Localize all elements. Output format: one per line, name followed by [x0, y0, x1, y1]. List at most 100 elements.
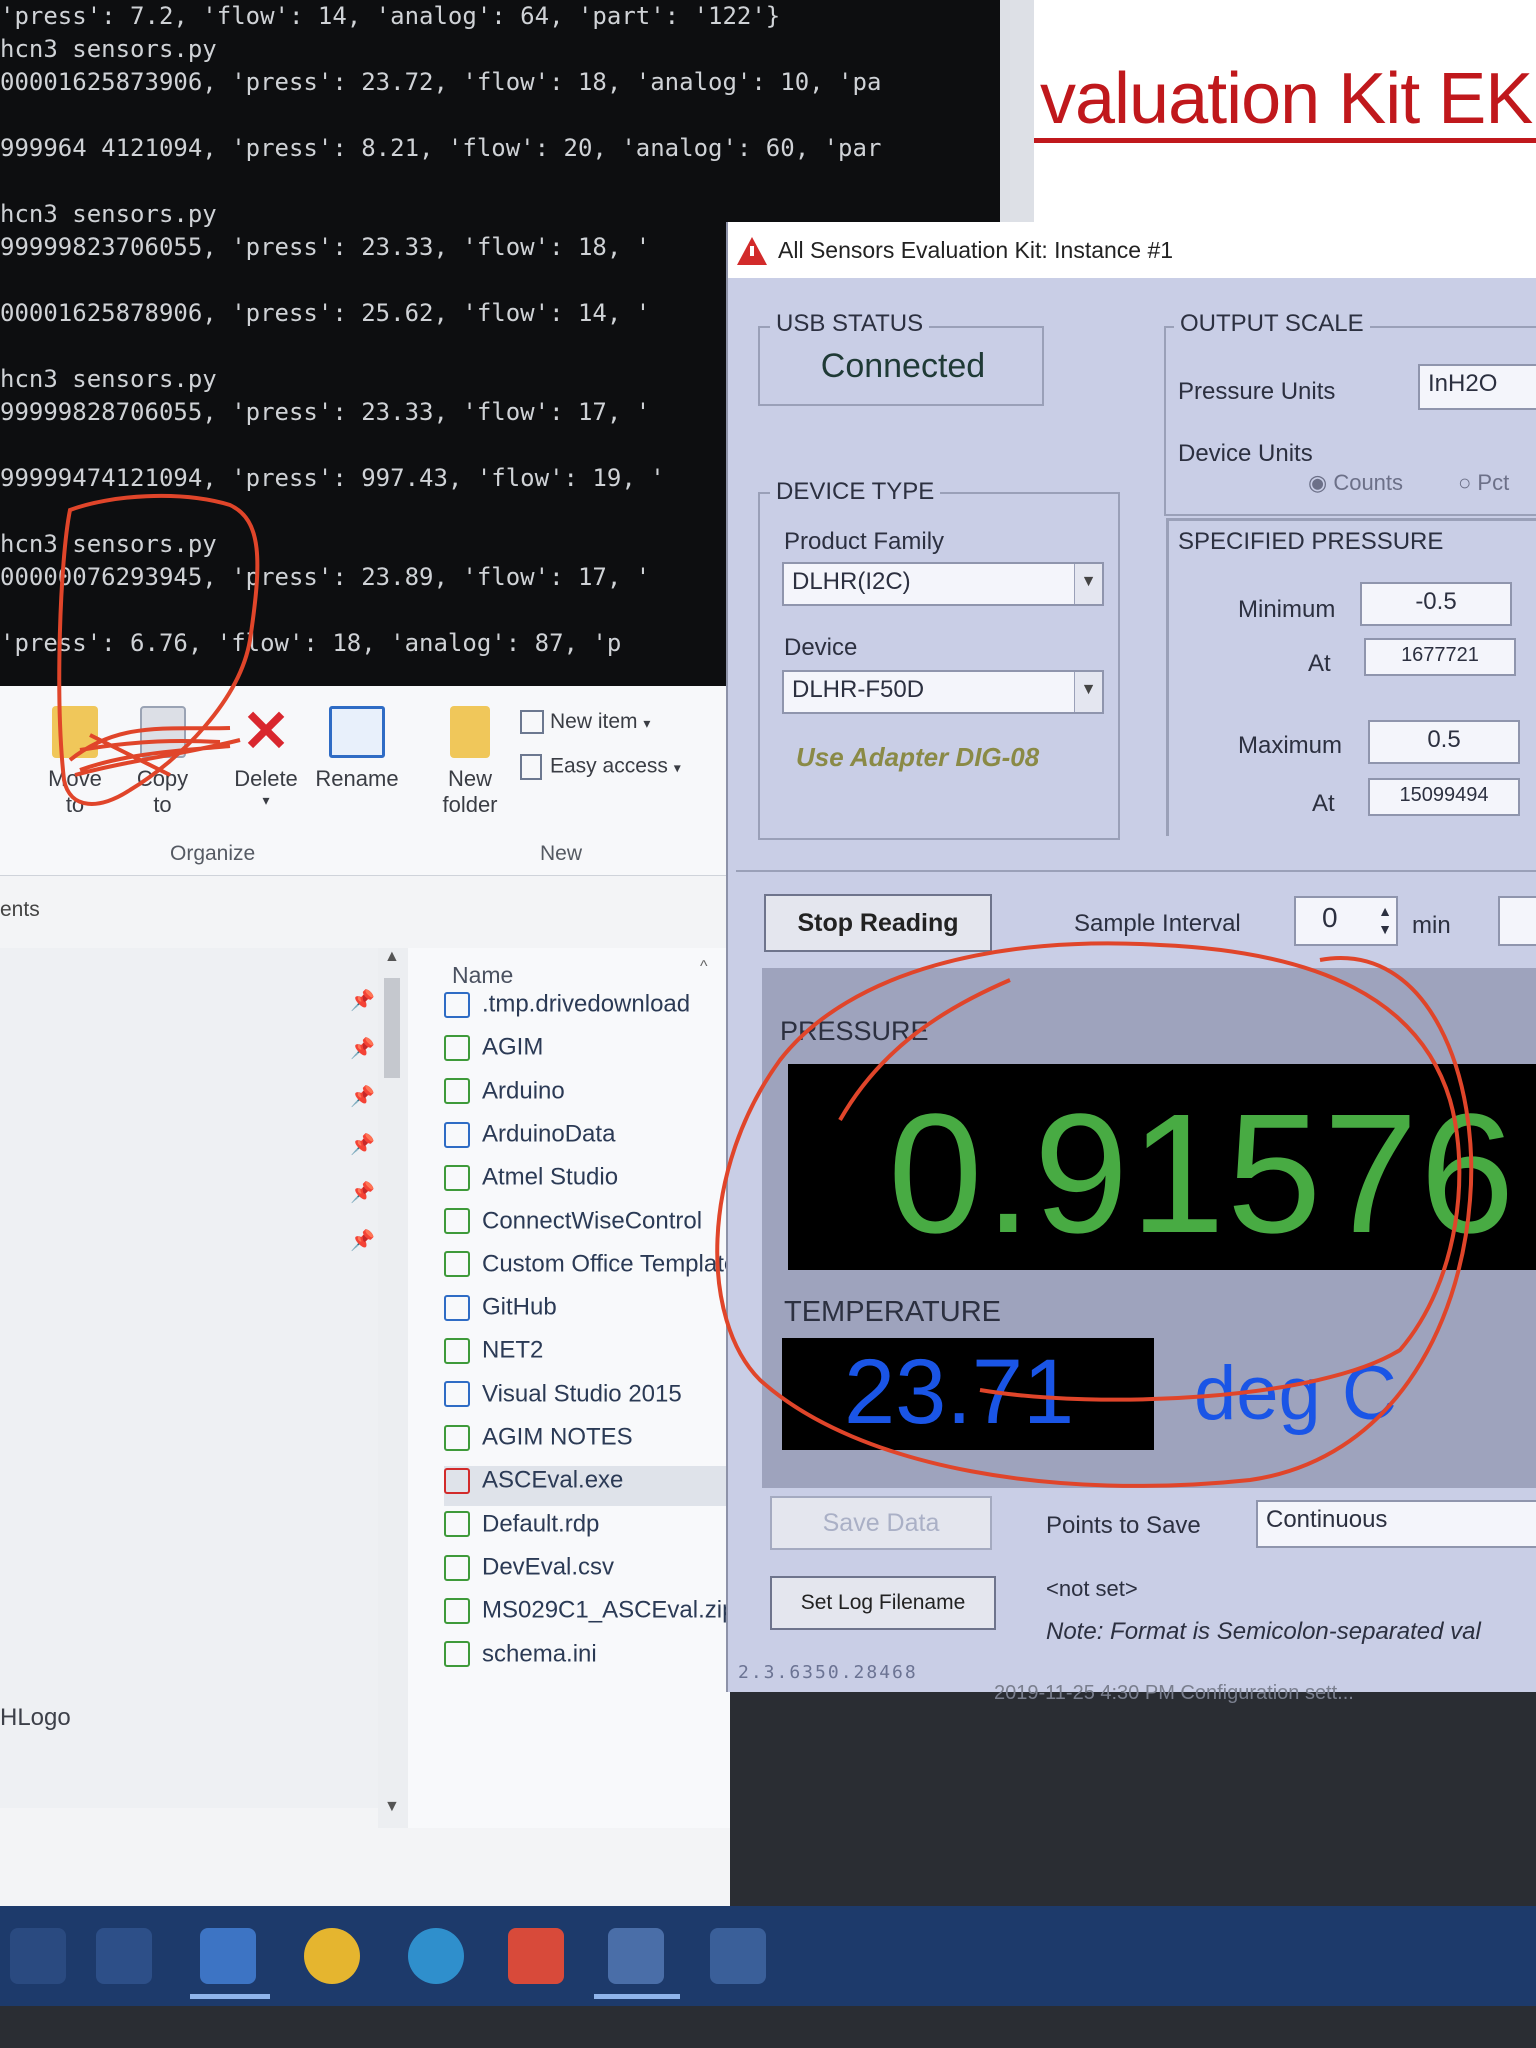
synced-check-icon — [444, 1034, 470, 1061]
device-select[interactable]: DLHR-F50D ▼ — [782, 670, 1104, 714]
minimum-input[interactable]: -0.5 — [1360, 582, 1512, 626]
easy-access-icon — [520, 754, 542, 780]
all-sensors-app-icon[interactable] — [608, 1928, 664, 1984]
temperature-unit: deg C — [1194, 1351, 1397, 1436]
scrollbar-thumb[interactable] — [384, 978, 400, 1078]
file-row[interactable]: GitHub — [444, 1293, 744, 1333]
file-name: NET2 — [482, 1337, 544, 1365]
device-type-label: DEVICE TYPE — [770, 478, 941, 506]
sample-interval-spinner[interactable]: 0 ▲ ▼ — [1294, 896, 1398, 946]
new-group-label: New — [540, 842, 583, 865]
pin-icon: 📌 — [350, 1134, 375, 1156]
file-name: ArduinoData — [482, 1120, 616, 1148]
delete-button[interactable]: ✕ Delete ▾ — [228, 703, 304, 809]
chrome-icon[interactable] — [304, 1928, 360, 1984]
min-at-input[interactable]: 1677721 — [1364, 638, 1516, 676]
file-row[interactable]: AGIM — [444, 1033, 744, 1073]
all-sensors-logo-icon — [737, 237, 767, 265]
pressure-units-select[interactable]: InH2O — [1418, 364, 1536, 410]
move-to-label-1: Move — [48, 766, 102, 791]
file-row[interactable]: NET2 — [444, 1336, 744, 1376]
document-title-underline — [1034, 138, 1536, 143]
max-at-input[interactable]: 15099494 — [1368, 778, 1520, 816]
file-row[interactable]: ConnectWiseControl — [444, 1207, 744, 1247]
file-row[interactable]: MS029C1_ASCEval.zip — [444, 1596, 744, 1636]
file-row[interactable]: AGIM NOTES — [444, 1423, 744, 1463]
all-sensors-eval-window[interactable]: All Sensors Evaluation Kit: Instance #1 … — [726, 222, 1536, 1704]
file-explorer-icon[interactable] — [200, 1928, 256, 1984]
stop-reading-button[interactable]: Stop Reading — [764, 894, 992, 952]
save-data-button[interactable]: Save Data — [770, 1496, 992, 1550]
pressure-label: PRESSURE — [780, 1016, 929, 1046]
file-name: Atmel Studio — [482, 1163, 619, 1191]
chevron-down-icon: ▼ — [384, 1798, 400, 1815]
device-units-counts-label: Counts — [1333, 470, 1404, 495]
output-scale-label: OUTPUT SCALE — [1174, 310, 1370, 338]
file-name: Arduino — [482, 1077, 565, 1105]
delete-label: Delete — [234, 766, 298, 791]
network-app-icon[interactable] — [710, 1928, 766, 1984]
file-row[interactable]: ASCEval.exe — [444, 1466, 744, 1507]
organize-group-label: Organize — [170, 842, 256, 865]
device-units-label: Device Units — [1178, 440, 1313, 467]
product-family-label: Product Family — [784, 528, 945, 555]
chevron-down-icon: ▾ — [262, 792, 270, 808]
maximum-input[interactable]: 0.5 — [1368, 720, 1520, 764]
terminal-line: 00001625873906, 'press': 23.72, 'flow': … — [0, 68, 882, 96]
file-name: MS029C1_ASCEval.zip — [482, 1596, 736, 1624]
new-item-button[interactable]: New item ▾ — [520, 710, 650, 735]
behind-status-text: 2019-11-25 4:30 PM Configuration sett... — [994, 1682, 1354, 1704]
device-units-counts-radio[interactable]: ◉ Counts — [1308, 470, 1403, 496]
file-explorer-window[interactable]: Move to Copy to ✕ Delete ▾ Rename New fo… — [0, 686, 744, 1906]
temperature-label: TEMPERATURE — [784, 1296, 1001, 1328]
new-folder-button[interactable]: New folder — [430, 706, 510, 818]
file-row[interactable]: Custom Office Templates — [444, 1250, 744, 1290]
terminal-line: hcn3 sensors.py — [0, 35, 217, 63]
file-row[interactable]: ArduinoData — [444, 1120, 744, 1160]
file-name: Visual Studio 2015 — [482, 1380, 682, 1408]
pin-icon: 📌 — [350, 1038, 375, 1060]
sync-status-icon — [444, 1294, 470, 1321]
radio-empty-icon: ○ — [1458, 470, 1472, 495]
product-family-select[interactable]: DLHR(I2C) ▼ — [782, 562, 1104, 606]
pin-icon: 📌 — [350, 1230, 375, 1252]
file-list[interactable]: Name ^ .tmp.drivedownload AGIM Arduino Ardu… — [408, 948, 744, 1828]
gmail-icon[interactable] — [508, 1928, 564, 1984]
points-to-save-select[interactable]: Continuous — [1256, 1500, 1536, 1548]
min-at-label: At — [1308, 650, 1331, 677]
file-name: Custom Office Templates — [482, 1250, 744, 1278]
move-to-button[interactable]: Move to — [40, 706, 110, 818]
secondary-interval-field[interactable] — [1498, 896, 1536, 946]
nav-scrollbar[interactable]: ▲ ▼ — [378, 948, 408, 1828]
easy-access-label: Easy access — [550, 754, 668, 778]
file-row[interactable]: DevEval.csv — [444, 1553, 744, 1593]
copy-to-label-2: to — [153, 792, 172, 817]
set-log-filename-button[interactable]: Set Log Filename — [770, 1576, 996, 1630]
file-row[interactable]: Default.rdp — [444, 1510, 744, 1550]
navigation-pane[interactable]: 📌 📌 📌 📌 📌 📌 HLogo — [0, 948, 380, 1808]
file-row[interactable]: .tmp.drivedownload — [444, 990, 744, 1030]
file-row[interactable]: Visual Studio 2015 — [444, 1380, 744, 1420]
log-filename-value: <not set> — [1046, 1576, 1138, 1601]
microphone-icon[interactable] — [10, 1928, 66, 1984]
device-units-pct-radio[interactable]: ○ Pct — [1458, 470, 1509, 496]
device-label: Device — [784, 634, 858, 661]
browser-icon[interactable] — [408, 1928, 464, 1984]
file-row[interactable]: schema.ini — [444, 1640, 744, 1680]
file-row[interactable]: Arduino — [444, 1077, 744, 1117]
easy-access-button[interactable]: Easy access ▾ — [520, 754, 681, 780]
copy-to-button[interactable]: Copy to — [125, 706, 200, 818]
rename-button[interactable]: Rename — [312, 706, 402, 792]
task-view-icon[interactable] — [96, 1928, 152, 1984]
file-row[interactable]: Atmel Studio — [444, 1163, 744, 1203]
synced-check-icon — [444, 1338, 470, 1365]
file-name: DevEval.csv — [482, 1553, 615, 1581]
file-name: ConnectWiseControl — [482, 1207, 703, 1235]
app-titlebar[interactable]: All Sensors Evaluation Kit: Instance #1 — [728, 222, 1536, 278]
column-header-name[interactable]: Name — [452, 962, 513, 989]
new-folder-icon — [450, 706, 490, 758]
document-window[interactable]: valuation Kit EK — [1000, 0, 1536, 230]
nav-item-hlogo[interactable]: HLogo — [0, 1704, 71, 1732]
address-bar[interactable]: ents — [0, 884, 730, 934]
max-at-label: At — [1312, 790, 1335, 817]
